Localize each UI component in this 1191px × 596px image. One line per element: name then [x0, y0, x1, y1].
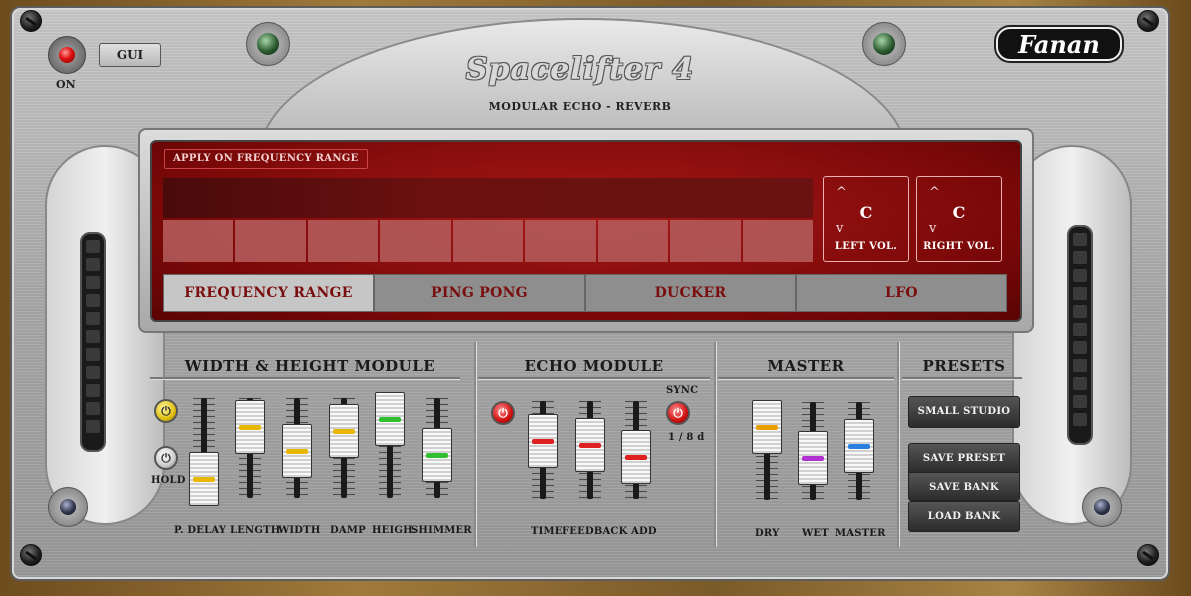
left-level-meter: [80, 232, 106, 452]
title-underline: [718, 377, 894, 379]
fader-handle-add[interactable]: [621, 430, 651, 484]
module-divider: [897, 342, 899, 547]
right-vol-control[interactable]: ^ C v RIGHT VOL.: [916, 176, 1002, 262]
fader-label-shimmer: SHIMMER: [411, 525, 472, 536]
gui-button[interactable]: GUI: [99, 43, 161, 67]
tab-frequency-range[interactable]: FREQUENCY RANGE: [163, 274, 374, 312]
right-vol-up-icon[interactable]: ^: [929, 185, 940, 200]
left-vol-label: LEFT VOL.: [834, 241, 898, 252]
apply-frequency-range-toggle[interactable]: APPLY ON FREQUENCY RANGE: [164, 149, 368, 169]
title-underline: [902, 377, 1022, 379]
frequency-band-grid[interactable]: [163, 220, 813, 262]
load-bank-button[interactable]: LOAD BANK: [908, 501, 1020, 532]
sync-label: SYNC: [666, 385, 699, 396]
left-vol-up-icon[interactable]: ^: [836, 185, 847, 200]
save-preset-button[interactable]: SAVE PRESET: [908, 443, 1020, 472]
sync-value: 1 / 8 d: [668, 432, 705, 443]
width-height-title: WIDTH & HEIGHT MODULE: [184, 357, 436, 375]
tab-ducker[interactable]: DUCKER: [585, 274, 796, 312]
fader-label-p-delay: P. DELAY: [174, 525, 227, 536]
master-title: MASTER: [767, 357, 845, 375]
screw-icon: [1137, 10, 1159, 32]
indicator-led-icon: [246, 22, 290, 66]
fader-label-width: WIDTH: [278, 525, 321, 536]
fader-label-time: TIME: [531, 526, 563, 537]
fader-label-master: MASTER: [835, 528, 886, 539]
echo-title: ECHO MODULE: [524, 357, 664, 375]
sync-power-icon[interactable]: ⏻: [666, 401, 690, 425]
preset-selector[interactable]: SMALL STUDIO: [908, 396, 1020, 428]
hold-label: HOLD: [151, 475, 186, 486]
width-height-power-icon[interactable]: ⏻: [154, 399, 178, 423]
save-bank-button[interactable]: SAVE BANK: [908, 472, 1020, 501]
plugin-subtitle: MODULAR ECHO - REVERB: [488, 100, 672, 113]
fader-label-heigh: HEIGH.: [372, 525, 417, 536]
frequency-range-bar[interactable]: [163, 178, 813, 218]
fader-label-dry: DRY: [755, 528, 780, 539]
fader-handle-time[interactable]: [528, 414, 558, 469]
hold-power-icon[interactable]: ⏻: [154, 446, 178, 470]
fader-label-length: LENGTH: [230, 525, 281, 536]
fader-handle-p-delay[interactable]: [189, 452, 219, 506]
right-vol-down-icon[interactable]: v: [929, 221, 936, 236]
fader-handle-length[interactable]: [235, 400, 265, 454]
fader-handle-damp[interactable]: [329, 404, 359, 458]
fader-label-damp: DAMP: [330, 525, 366, 536]
fader-handle-master[interactable]: [844, 419, 874, 474]
fader-label-wet: WET: [802, 528, 829, 539]
fader-label-add: ADD: [631, 526, 657, 537]
left-vol-control[interactable]: ^ C v LEFT VOL.: [823, 176, 909, 262]
left-vol-value: C: [859, 203, 873, 222]
display-tabs: FREQUENCY RANGE PING PONG DUCKER LFO: [163, 274, 1007, 312]
fader-handle-dry[interactable]: [752, 399, 782, 454]
fader-label-feedback: FEEDBACK: [562, 526, 628, 537]
fader-handle-feedback[interactable]: [575, 418, 605, 473]
corner-led-icon: [1082, 487, 1122, 527]
corner-led-icon: [48, 487, 88, 527]
title-underline: [478, 377, 710, 379]
fader-handle-shimmer[interactable]: [422, 428, 452, 482]
screw-icon: [20, 544, 42, 566]
echo-power-icon[interactable]: ⏻: [491, 401, 515, 425]
power-label: ON: [56, 78, 76, 91]
presets-title: PRESETS: [922, 357, 1006, 375]
power-led-icon: [59, 47, 75, 63]
left-vol-down-icon[interactable]: v: [836, 221, 843, 236]
fader-handle-wet[interactable]: [798, 431, 828, 485]
title-underline: [150, 377, 460, 379]
power-button[interactable]: [48, 36, 86, 74]
indicator-led-icon: [862, 22, 906, 66]
right-level-meter: [1067, 225, 1093, 445]
right-vol-value: C: [952, 203, 966, 222]
plugin-title: Spacelifter 4: [465, 52, 695, 87]
screw-icon: [20, 10, 42, 32]
screw-icon: [1137, 544, 1159, 566]
tab-lfo[interactable]: LFO: [796, 274, 1007, 312]
right-vol-label: RIGHT VOL.: [923, 241, 995, 252]
fader-handle-heigh[interactable]: [375, 392, 405, 446]
brand-logo: Fanan: [996, 27, 1122, 61]
fader-handle-width[interactable]: [282, 424, 312, 478]
tab-ping-pong[interactable]: PING PONG: [374, 274, 585, 312]
